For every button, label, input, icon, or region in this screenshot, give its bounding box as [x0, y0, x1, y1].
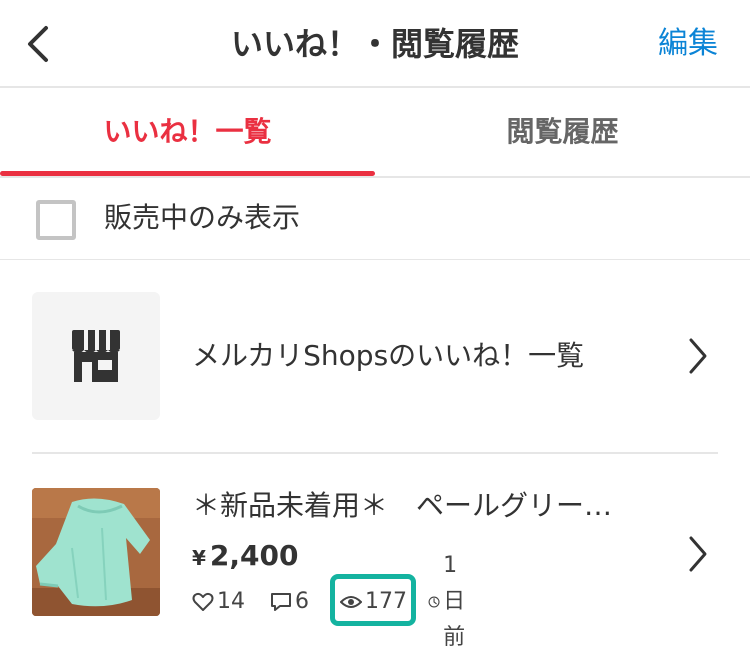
on-sale-only-checkbox[interactable] — [36, 200, 76, 240]
liked-item-row[interactable]: ＊新品未着用＊ ペールグリー… ¥2,400 14 6 177 1日前 — [0, 454, 750, 650]
clock-icon — [428, 596, 440, 608]
shops-likes-label: メルカリShopsのいいね！一覧 — [192, 339, 585, 372]
comment-icon — [271, 593, 291, 611]
likes-count: 14 — [192, 584, 245, 620]
tab-bar: いいね！一覧 閲覧履歴 — [0, 88, 750, 178]
storefront-icon — [72, 330, 120, 382]
header: いいね！・閲覧履歴 編集 — [0, 0, 750, 88]
tab-browsing-history[interactable]: 閲覧履歴 — [375, 88, 750, 176]
views-highlight-box — [330, 574, 416, 626]
shops-likes-link[interactable]: メルカリShopsのいいね！一覧 — [0, 260, 750, 452]
active-tab-indicator — [0, 171, 375, 176]
tab-likes-list[interactable]: いいね！一覧 — [0, 88, 375, 176]
currency-symbol: ¥ — [192, 546, 206, 570]
page-title: いいね！・閲覧履歴 — [230, 25, 519, 63]
on-sale-only-label[interactable]: 販売中のみ表示 — [104, 196, 300, 240]
chevron-right-icon — [689, 536, 707, 572]
heart-icon — [192, 592, 214, 611]
item-title: ＊新品未着用＊ ペールグリー… — [192, 489, 613, 522]
comments-count: 6 — [270, 584, 309, 620]
sweater-photo — [32, 488, 160, 616]
on-sale-filter-row: 販売中のみ表示 — [0, 178, 750, 260]
chevron-right-icon — [689, 338, 707, 374]
item-thumbnail — [32, 488, 160, 616]
price-value: 2,400 — [209, 539, 299, 572]
listed-time: 1日前 — [428, 553, 475, 650]
edit-button[interactable]: 編集 — [658, 22, 718, 66]
shop-thumbnail — [32, 292, 160, 420]
item-price: ¥2,400 — [192, 534, 299, 580]
